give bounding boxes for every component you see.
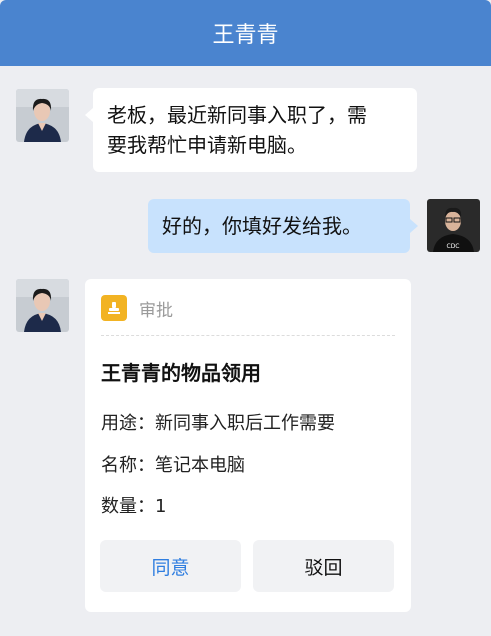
message-bubble-sent[interactable]: 好的，你填好发给我。 — [148, 199, 410, 253]
stamp-icon — [101, 295, 127, 321]
row-label: 数量： — [101, 496, 155, 517]
woman-portrait-icon — [16, 89, 69, 142]
row-label: 用途： — [101, 413, 155, 434]
approval-row-item-name: 名称：笔记本电脑 — [101, 451, 245, 477]
message-text-line: 要我帮忙申请新电脑。 — [107, 133, 307, 157]
woman-portrait-icon — [16, 279, 69, 332]
row-value: 新同事入职后工作需要 — [155, 413, 335, 434]
bubble-tail — [410, 219, 418, 233]
approval-card[interactable]: 审批 王青青的物品领用 用途：新同事入职后工作需要 名称：笔记本电脑 数量：1 … — [85, 279, 411, 612]
message-text: 好的，你填好发给我。 — [162, 214, 362, 238]
chat-title: 王青青 — [212, 23, 279, 48]
row-value: 笔记本电脑 — [155, 455, 245, 476]
approval-row-quantity: 数量：1 — [101, 492, 166, 518]
contact-avatar[interactable] — [16, 279, 69, 332]
message-bubble-received[interactable]: 老板，最近新同事入职了，需 要我帮忙申请新电脑。 — [93, 88, 417, 172]
approval-tag: 审批 — [101, 295, 173, 321]
approve-button[interactable]: 同意 — [100, 540, 241, 592]
contact-avatar[interactable] — [16, 89, 69, 142]
approval-title: 王青青的物品领用 — [101, 361, 261, 385]
approval-tag-label: 审批 — [139, 300, 173, 321]
chat-header: 王青青 — [0, 0, 491, 66]
bubble-tail — [85, 108, 93, 122]
shirt-logo: CDC — [447, 243, 460, 250]
reject-button[interactable]: 驳回 — [253, 540, 394, 592]
message-text-line: 老板，最近新同事入职了，需 — [107, 103, 367, 127]
divider — [101, 335, 395, 336]
row-label: 名称： — [101, 455, 155, 476]
my-avatar[interactable]: CDC — [427, 199, 480, 252]
man-portrait-icon: CDC — [427, 199, 480, 252]
row-value: 1 — [155, 496, 167, 517]
approval-row-purpose: 用途：新同事入职后工作需要 — [101, 409, 335, 435]
